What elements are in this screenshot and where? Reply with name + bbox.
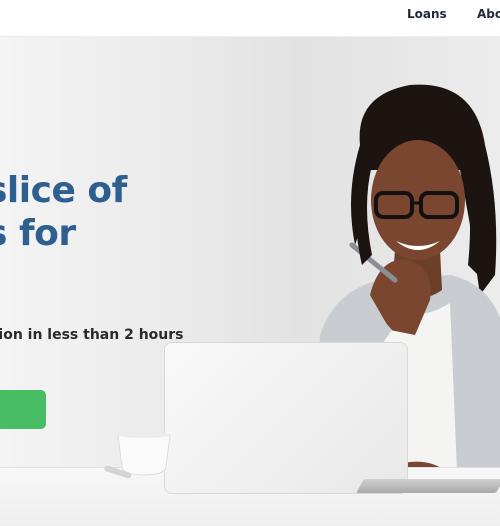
top-nav: Loans Abo <box>0 0 500 37</box>
nav-link-about[interactable]: Abo <box>477 7 500 21</box>
headline-line-2: s for <box>0 213 76 254</box>
coffee-mug-image <box>117 432 171 476</box>
hero-subline: illion in less than 2 hours <box>0 327 184 343</box>
hero-cta-button[interactable] <box>0 390 46 429</box>
laptop-image <box>164 342 408 494</box>
headline-line-3: ! <box>0 255 196 298</box>
laptop-keyboard-image <box>355 479 500 493</box>
nav-link-loans[interactable]: Loans <box>407 7 447 21</box>
hero-section: slice of s for ! illion in less than 2 h… <box>0 37 500 526</box>
headline-line-1: slice of <box>0 170 127 211</box>
hero-headline: slice of s for ! <box>0 169 196 298</box>
